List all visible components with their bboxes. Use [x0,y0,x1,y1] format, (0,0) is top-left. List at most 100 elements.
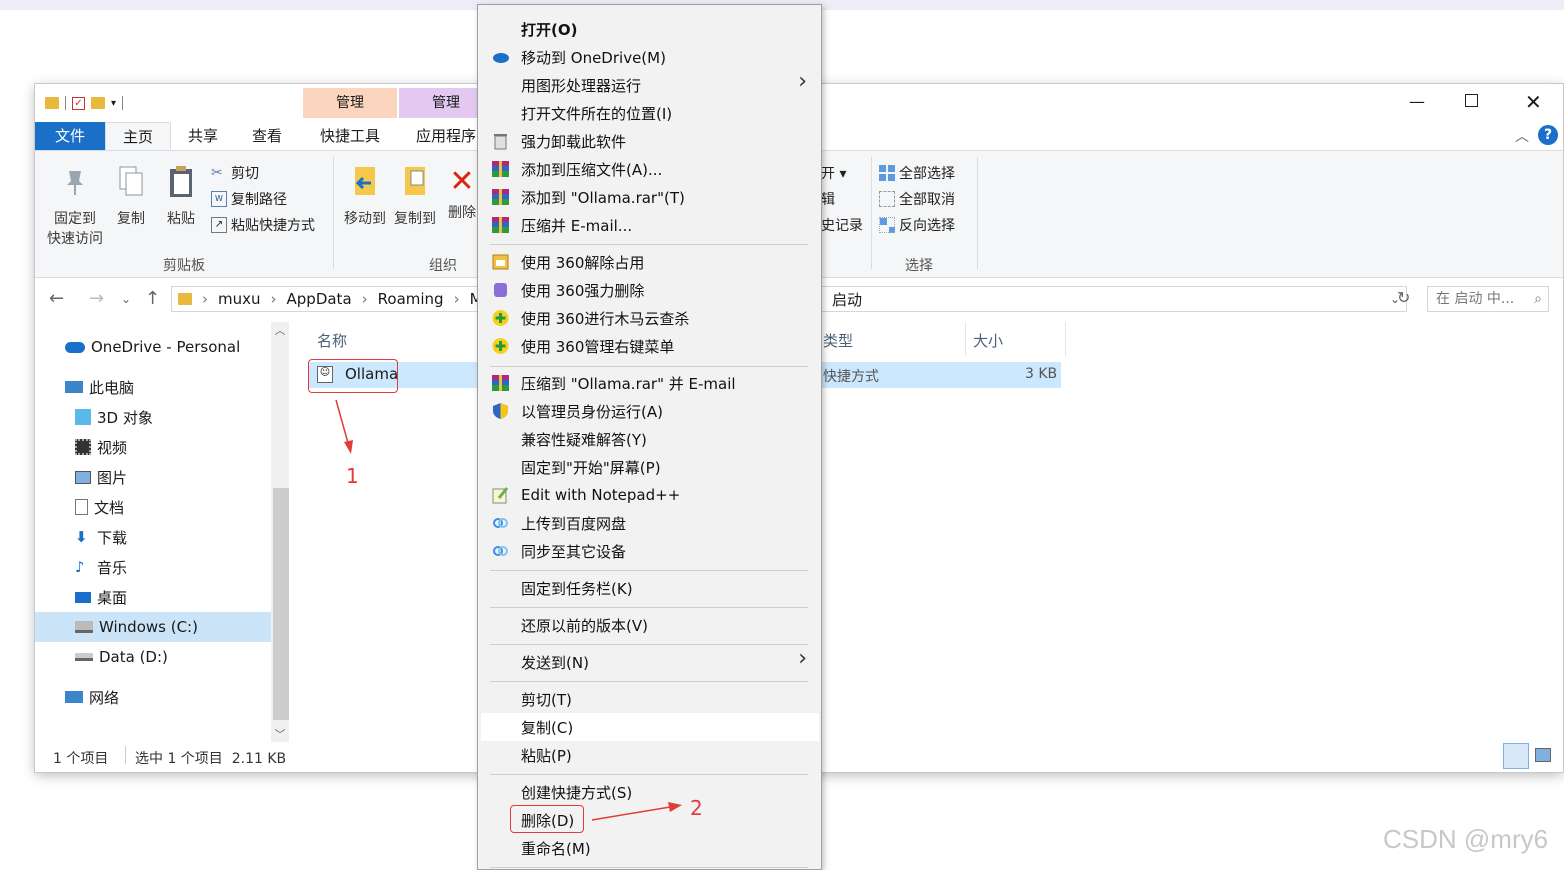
quick-access-toolbar: ✓ ▾ [45,92,124,114]
refresh-icon[interactable]: ↻ [1397,288,1410,307]
delete-ribbon-button[interactable]: ✕ 删除 [447,165,477,223]
menu-separator [490,244,808,245]
menu-item-rename[interactable]: 重命名(M) [481,834,819,862]
menu-item-pin-to-taskbar[interactable]: 固定到任务栏(K) [481,574,819,602]
menu-item-label: 发送到(N) [521,653,589,672]
menu-item-label: 固定到"开始"屏幕(P) [521,458,661,477]
nav-this-pc[interactable]: 此电脑 [65,372,301,402]
desktop-icon [75,591,91,603]
menu-item-open-file-location[interactable]: 打开文件所在的位置(I) [481,99,819,127]
tab-file[interactable]: 文件 [35,122,105,150]
select-all-button[interactable]: 全部选择 [879,163,955,183]
column-size[interactable]: 大小 [973,330,1003,351]
menu-item-label: 复制(C) [521,718,574,737]
notepad-icon [491,486,510,504]
menu-item-360-manage-menu[interactable]: 使用 360管理右键菜单 [481,332,819,360]
menu-item-troubleshoot-compatibility[interactable]: 兼容性疑难解答(Y) [481,425,819,453]
paste-button[interactable]: 粘贴 [161,165,201,229]
menu-item-edit-with-notepadpp[interactable]: Edit with Notepad++ [481,481,819,509]
up-icon[interactable]: ↑ [145,288,160,309]
copy-button[interactable]: 复制 [111,165,151,229]
maximize-icon[interactable] [1465,94,1478,107]
menu-item-copy[interactable]: 复制(C) [481,713,819,741]
column-name[interactable]: 名称 [317,330,347,351]
tab-view[interactable]: 查看 [237,122,297,150]
menu-item-cut[interactable]: 剪切(T) [481,685,819,713]
tab-shortcut-tools[interactable]: 快捷工具 [303,122,397,150]
menu-item-restore-previous-versions[interactable]: 还原以前的版本(V) [481,611,819,639]
edit-button[interactable]: 辑 [821,189,835,209]
submenu-arrow-icon: › [798,646,807,671]
submenu-arrow-icon: › [798,69,807,94]
select-none-button[interactable]: 全部取消 [879,189,955,209]
tab-home[interactable]: 主页 [105,122,171,150]
menu-item-label: 打开文件所在的位置(I) [521,104,673,123]
back-icon[interactable]: ← [49,288,64,309]
properties-icon[interactable]: ✓ [72,96,85,110]
cut-button[interactable]: ✂ 剪切 [211,163,259,183]
help-icon[interactable]: ? [1538,125,1558,145]
menu-item-pin-to-start[interactable]: 固定到"开始"屏幕(P) [481,453,819,481]
new-folder-icon[interactable] [91,97,105,109]
menu-item-run-with-gpu[interactable]: 用图形处理器运行 › [481,69,819,99]
menu-item-label: 使用 360强力删除 [521,281,645,300]
menu-item-360-trojan-scan[interactable]: 使用 360进行木马云查杀 [481,304,819,332]
shield-icon [491,402,510,420]
watermark: CSDN @mry6 [1383,824,1549,854]
forward-icon[interactable]: → [89,288,104,309]
selection-info: 选中 1 个项目 2.11 KB [135,751,287,767]
close-icon[interactable]: ✕ [1525,90,1542,114]
large-icons-view-icon[interactable] [1535,748,1551,762]
context-tab-manage-shortcut: 管理 [303,88,397,118]
scroll-down-icon[interactable]: ﹀ [271,726,289,742]
breadcrumb-appdata[interactable]: AppData [287,290,352,308]
menu-item-label: 固定到任务栏(K) [521,579,633,598]
search-input[interactable]: 在 启动 中... ⌕ [1427,286,1549,312]
breadcrumb-current[interactable]: 启动 [832,289,862,310]
open-button[interactable]: 开 ▾ [821,163,846,183]
menu-item-move-to-onedrive[interactable]: 移动到 OneDrive(M) [481,43,819,71]
invert-selection-button[interactable]: 反向选择 [879,215,955,235]
collapse-ribbon-icon[interactable]: ︿ [1515,126,1529,146]
nav-windows-c[interactable]: Windows (C:) [35,612,271,642]
menu-item-360-unlock[interactable]: 使用 360解除占用 [481,248,819,276]
menu-item-open[interactable]: 打开(O) [481,15,819,43]
menu-item-label: 强力卸载此软件 [521,132,627,151]
scroll-up-icon[interactable]: ︿ [271,322,289,338]
nav-scroll-thumb[interactable] [273,488,289,720]
menu-item-add-to-ollama-rar[interactable]: 添加到 "Ollama.rar"(T) [481,183,819,211]
menu-item-paste[interactable]: 粘贴(P) [481,741,819,769]
move-to-button[interactable]: 移动到 [339,165,391,229]
nav-network[interactable]: 网络 [65,682,301,712]
menu-item-run-as-admin[interactable]: 以管理员身份运行(A) [481,397,819,425]
menu-item-label: 移动到 OneDrive(M) [521,48,666,67]
tab-share[interactable]: 共享 [173,122,233,150]
copy-to-icon [405,167,425,195]
rar-icon [491,160,510,178]
menu-item-compress-to-rar-email[interactable]: 压缩到 "Ollama.rar" 并 E-mail [481,369,819,397]
path-icon: W [211,191,227,207]
breadcrumb-roaming[interactable]: Roaming [378,290,444,308]
menu-item-send-to[interactable]: 发送到(N) › [481,646,819,676]
menu-item-label: 粘贴(P) [521,746,572,765]
menu-item-360-force-delete[interactable]: 使用 360强力删除 [481,276,819,304]
menu-item-compress-and-email[interactable]: 压缩并 E-mail... [481,211,819,239]
menu-separator [490,867,808,868]
qat-dropdown-icon[interactable]: ▾ [111,98,116,109]
minimize-icon[interactable]: — [1409,92,1425,111]
menu-item-sync-other-devices[interactable]: 同步至其它设备 [481,537,819,565]
copy-to-button[interactable]: 复制到 [389,165,441,229]
annotation-arrow-2 [591,802,682,821]
menu-item-force-uninstall[interactable]: 强力卸载此软件 [481,127,819,155]
column-type[interactable]: 类型 [823,330,853,351]
history-button[interactable]: 史记录 [821,215,863,235]
copy-path-button[interactable]: W 复制路径 [211,189,287,209]
breadcrumb-muxu[interactable]: muxu [218,290,261,308]
details-view-icon[interactable] [1503,743,1529,769]
recent-locations-icon[interactable]: ⌄ [121,292,131,306]
nav-onedrive[interactable]: OneDrive - Personal [65,332,301,362]
menu-item-add-to-archive[interactable]: 添加到压缩文件(A)... [481,155,819,183]
paste-shortcut-button[interactable]: ↗ 粘贴快捷方式 [211,215,315,235]
menu-item-upload-baidu[interactable]: 上传到百度网盘 [481,509,819,537]
pin-quick-access-button[interactable]: 固定到 快速访问 [43,165,107,249]
